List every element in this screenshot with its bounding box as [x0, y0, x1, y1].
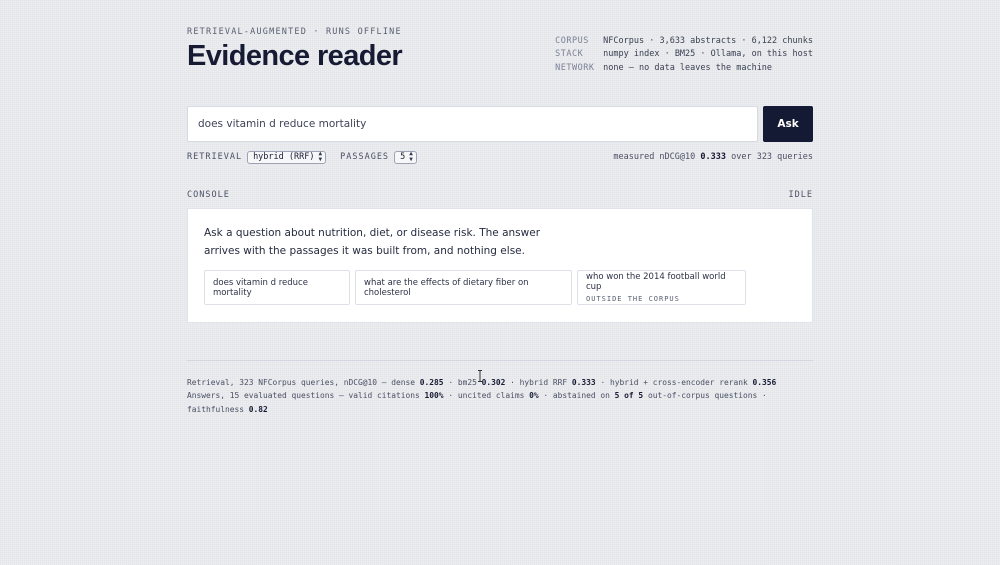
retrieval-select-value: hybrid (RRF): [253, 152, 315, 162]
retrieval-metrics: Retrieval, 323 NFCorpus queries, nDCG@10…: [187, 376, 813, 389]
example-query-text: who won the 2014 football world cup: [586, 272, 726, 292]
retrieval-label: RETRIEVAL: [187, 152, 243, 162]
console-panel: Ask a question about nutrition, diet, or…: [187, 208, 813, 323]
example-query-text: does vitamin d reduce mortality: [213, 277, 308, 298]
chevron-updown-icon: ▲ ▼: [409, 150, 413, 163]
bm25-score: 0.302: [481, 378, 506, 387]
bm25-label: · bm25: [448, 378, 477, 387]
valid-citations-score: 100%: [424, 391, 444, 401]
measured-score: measured nDCG@10 0.333 over 323 queries: [613, 152, 813, 162]
passages-select[interactable]: 5 ▲ ▼: [394, 150, 417, 164]
measured-suffix: over 323 queries: [731, 152, 813, 162]
dense-score: 0.285: [419, 378, 444, 387]
example-query-world-cup[interactable]: who won the 2014 football world cup OUTS…: [577, 270, 746, 305]
passages-select-value: 5: [400, 152, 406, 162]
retrieval-select[interactable]: hybrid (RRF) ▲ ▼: [247, 150, 327, 164]
system-meta: CORPUS NFCorpus · 3,633 abstracts · 6,12…: [555, 34, 813, 75]
meta-key: CORPUS: [555, 35, 589, 46]
answer-metrics-intro: Answers, 15 evaluated questions — valid …: [187, 391, 420, 401]
meta-key: NETWORK: [555, 62, 595, 73]
ask-button[interactable]: Ask: [763, 106, 813, 142]
eyebrow-label: RETRIEVAL-AUGMENTED · RUNS OFFLINE: [187, 27, 402, 37]
console-intro: Ask a question about nutrition, diet, or…: [204, 227, 541, 257]
outside-corpus-badge: OUTSIDE THE CORPUS: [586, 295, 680, 303]
abstained-score: 5 of 5: [614, 391, 644, 401]
meta-value: NFCorpus · 3,633 abstracts · 6,122 chunk…: [603, 35, 813, 46]
chevron-updown-icon: ▲ ▼: [318, 150, 323, 163]
example-query-fiber[interactable]: what are the effects of dietary fiber on…: [355, 270, 572, 305]
retrieval-metrics-intro: Retrieval, 323 NFCorpus queries, nDCG@10…: [187, 378, 416, 387]
faithfulness-score: 0.82: [248, 404, 268, 414]
measured-prefix: measured nDCG@10: [613, 152, 696, 162]
uncited-label: · uncited claims: [448, 391, 525, 401]
hybrid-label: · hybrid RRF: [510, 378, 568, 387]
divider: [187, 360, 813, 361]
abstained-label: · abstained on: [543, 391, 610, 401]
meta-value: numpy index · BM25 · Ollama, on this hos…: [603, 49, 813, 60]
console-status: IDLE: [788, 190, 813, 200]
meta-row-corpus: CORPUS NFCorpus · 3,633 abstracts · 6,12…: [555, 34, 813, 48]
text-cursor-icon: [478, 370, 482, 382]
answer-metrics: Answers, 15 evaluated questions — valid …: [187, 389, 813, 416]
meta-value: none — no data leaves the machine: [603, 62, 773, 73]
rerank-label: · hybrid + cross-encoder rerank: [600, 378, 748, 387]
page-title: Evidence reader: [187, 40, 403, 72]
measured-score-value: 0.333: [700, 152, 726, 162]
app-container: RETRIEVAL-AUGMENTED · RUNS OFFLINE Evide…: [187, 0, 813, 565]
console-label: CONSOLE: [187, 190, 230, 200]
uncited-score: 0%: [529, 391, 539, 401]
meta-key: STACK: [555, 49, 584, 60]
meta-row-network: NETWORK none — no data leaves the machin…: [555, 61, 813, 75]
example-query-text: what are the effects of dietary fiber on…: [364, 277, 529, 298]
evaluation-footer: Retrieval, 323 NFCorpus queries, nDCG@10…: [187, 376, 813, 416]
meta-row-stack: STACK numpy index · BM25 · Ollama, on th…: [555, 48, 813, 62]
retrieval-controls: RETRIEVAL hybrid (RRF) ▲ ▼ PASSAGES 5 ▲ ▼: [187, 150, 431, 164]
hybrid-score: 0.333: [571, 378, 596, 387]
search-input[interactable]: [187, 106, 758, 142]
passages-label: PASSAGES: [340, 152, 390, 162]
rerank-score: 0.356: [752, 378, 777, 387]
example-query-vitamin-d[interactable]: does vitamin d reduce mortality: [204, 270, 350, 305]
